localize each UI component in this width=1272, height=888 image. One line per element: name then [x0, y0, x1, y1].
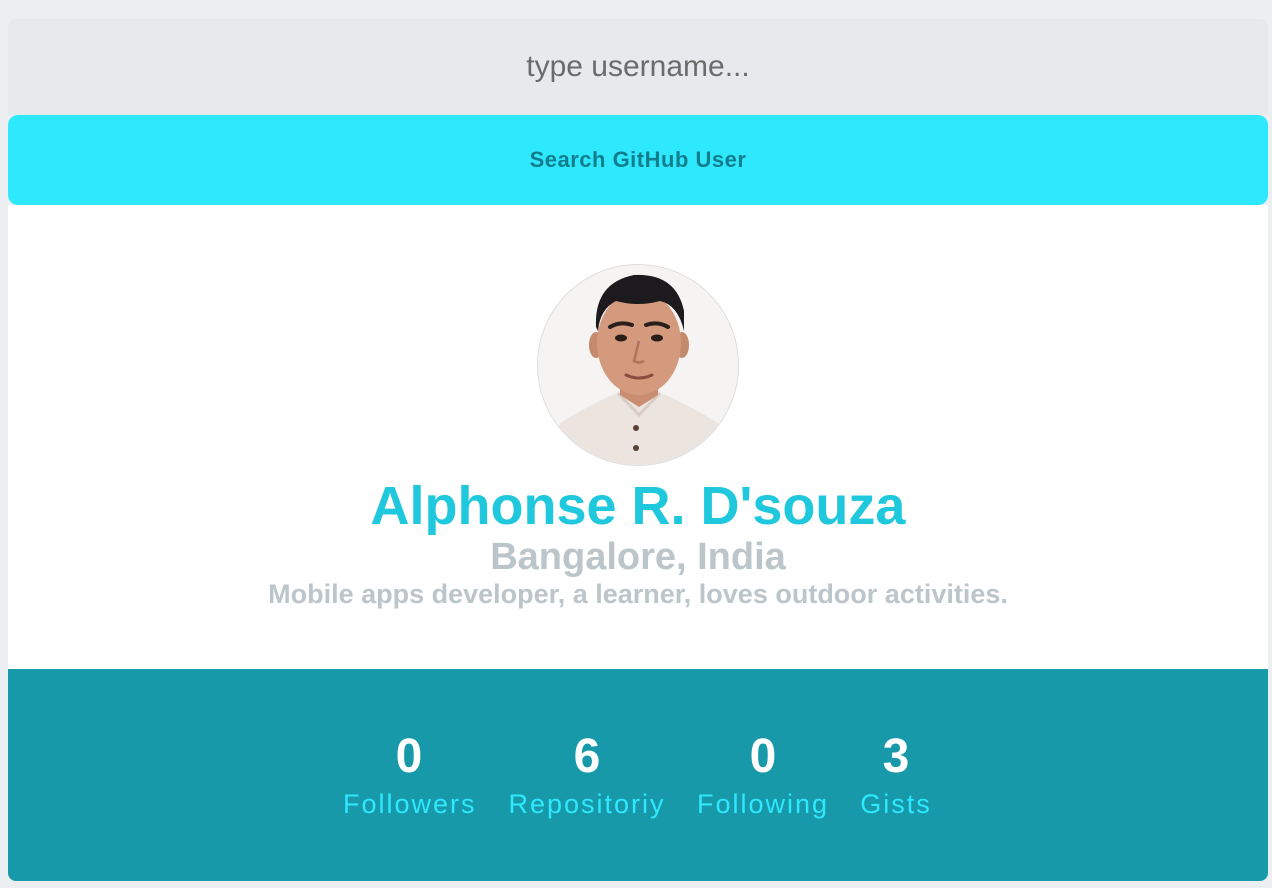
profile-card: Alphonse R. D'souza Bangalore, India Mob… — [8, 205, 1268, 669]
stat-followers[interactable]: 0 Followers — [343, 727, 475, 821]
stat-count: 0 — [395, 730, 423, 783]
stat-repositories[interactable]: 6 Repositoriy — [508, 727, 666, 821]
user-location: Bangalore, India — [490, 536, 786, 578]
user-name: Alphonse R. D'souza — [370, 476, 906, 536]
avatar-photo — [538, 265, 738, 465]
search-github-user-button[interactable]: Search GitHub User — [8, 115, 1268, 205]
stat-gists[interactable]: 3 Gists — [860, 727, 932, 821]
stat-label: Gists — [860, 789, 932, 819]
stat-following[interactable]: 0 Following — [696, 727, 830, 821]
stat-count: 0 — [749, 730, 777, 783]
stat-label: Followers — [343, 789, 477, 819]
github-user-search-app: Search GitHub User — [8, 19, 1268, 881]
avatar — [537, 264, 739, 466]
stat-count: 3 — [882, 730, 910, 783]
user-bio: Mobile apps developer, a learner, loves … — [268, 579, 1008, 609]
stat-count: 6 — [573, 730, 601, 783]
stats-bar: 0 Followers 6 Repositoriy 0 Following 3 … — [8, 669, 1268, 881]
stat-label: Repositoriy — [508, 789, 666, 819]
username-search-input[interactable] — [8, 19, 1268, 115]
stat-label: Following — [696, 789, 830, 819]
